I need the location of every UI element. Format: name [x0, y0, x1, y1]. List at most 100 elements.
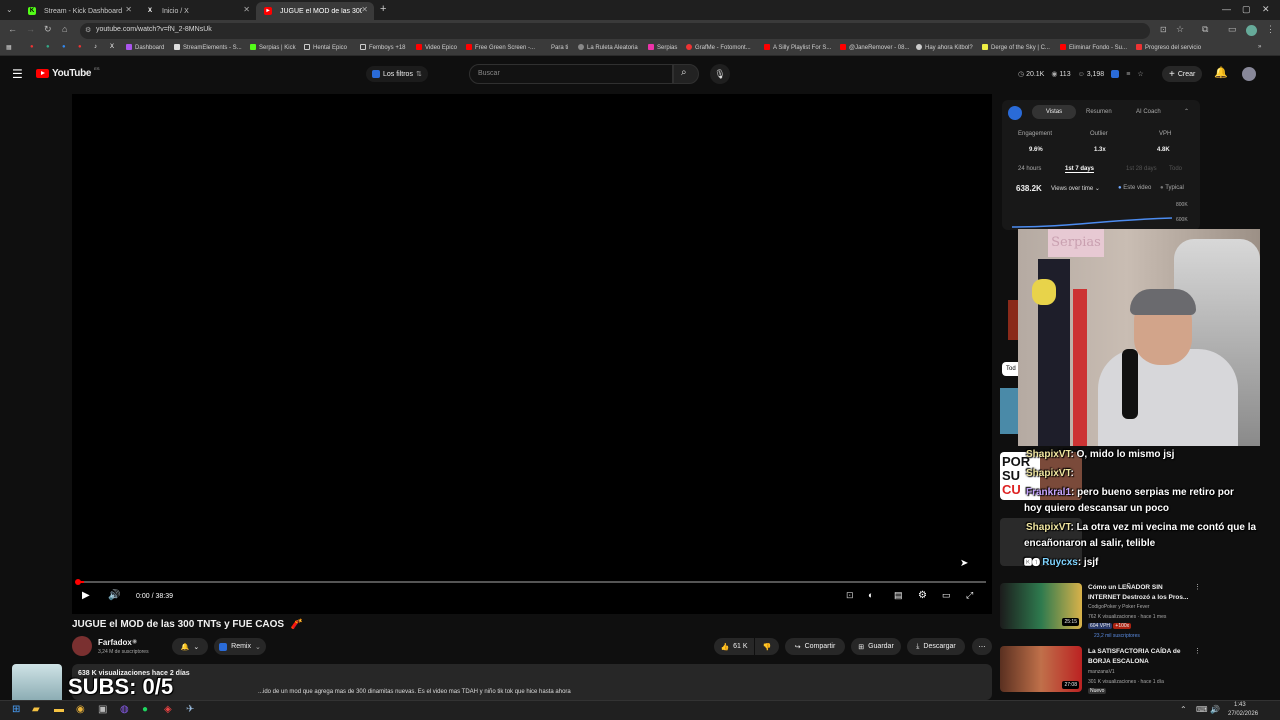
filters-button[interactable]: Los filtros ⇅ — [366, 66, 428, 82]
bookmark-folder[interactable]: Hentai Epico — [304, 44, 347, 51]
range-7d[interactable]: 1st 7 days — [1065, 166, 1095, 173]
recommended-channel[interactable]: manzanaV1 — [1088, 669, 1115, 675]
save-button[interactable]: ⊞ Guardar — [851, 638, 901, 655]
back-icon[interactable]: ← — [8, 24, 17, 34]
steam-icon[interactable]: ✈ — [186, 704, 194, 715]
recommended-channel[interactable]: CodigoPoker y Poker Fever — [1088, 604, 1149, 610]
progress-scrubber[interactable] — [75, 579, 81, 585]
bookmark-derge[interactable]: Derge of the Sky | C... — [982, 44, 1050, 51]
tab-kick[interactable]: K Stream - Kick Dashboard ✕ — [20, 2, 138, 20]
bookmark-janeremover[interactable]: @JaneRemover - 08... — [840, 44, 909, 51]
settings-gear-icon[interactable]: ⚙ — [918, 590, 927, 601]
bookmark-grafme[interactable]: GrafMe - Fotomont... — [686, 44, 751, 51]
volume-icon[interactable]: 🔊 — [108, 590, 120, 601]
panel-tab-vistas[interactable]: Vistas — [1032, 105, 1076, 119]
tab-x[interactable]: X Inicio / X ✕ — [138, 2, 256, 20]
network-icon[interactable]: ⌨ — [1196, 705, 1208, 714]
new-tab-icon[interactable]: + — [380, 3, 386, 15]
home-icon[interactable]: ⌂ — [62, 24, 67, 34]
bookmark-icon[interactable]: ● — [30, 44, 34, 50]
search-input[interactable]: Buscar — [469, 64, 673, 84]
collapse-icon[interactable]: ⌃ — [1184, 108, 1189, 115]
folder-icon[interactable]: ▬ — [54, 704, 64, 715]
badge-icon[interactable]: ☆ — [1137, 70, 1143, 78]
bookmark-icon[interactable]: ● — [78, 44, 82, 50]
bookmark-icon[interactable]: ● — [46, 44, 50, 50]
clock-time[interactable]: 1:43 — [1234, 702, 1246, 708]
fullscreen-icon[interactable]: ⤢ — [966, 590, 973, 601]
site-info-icon[interactable]: ⚙ — [85, 26, 91, 34]
channel-name[interactable]: Farfadox — [98, 638, 132, 647]
like-button[interactable]: 👍 61 K — [714, 638, 754, 655]
close-icon[interactable]: ✕ — [125, 5, 132, 14]
recommended-menu-icon[interactable]: ⋮ — [1194, 583, 1201, 591]
autoplay-toggle-icon[interactable]: ◐ — [868, 590, 873, 600]
close-icon[interactable]: ✕ — [361, 5, 368, 14]
recommended-thumb[interactable] — [1000, 388, 1020, 434]
theater-mode-icon[interactable]: ▭ — [942, 590, 951, 601]
ext-icon[interactable] — [1111, 70, 1120, 78]
clock-date[interactable]: 27/02/2026 — [1228, 711, 1258, 717]
bookmark-para-ti[interactable]: Para ti — [542, 44, 568, 51]
bookmark-eliminar-fondo[interactable]: Eliminar Fondo - Su... — [1060, 44, 1127, 51]
progress-bar[interactable] — [78, 581, 986, 583]
bookmark-icon[interactable]: ● — [62, 44, 66, 50]
mic-icon[interactable]: 🎙 — [710, 64, 730, 84]
recommended-title[interactable]: La SATISFACTORIA CAÍDA de BORJA ESCALONA — [1088, 647, 1192, 667]
minimize-icon[interactable]: — — [1222, 4, 1231, 14]
video-player[interactable] — [72, 94, 992, 614]
chrome-icon[interactable]: ◉ — [76, 704, 85, 715]
panel-tab-ai-coach[interactable]: AI Coach — [1136, 105, 1161, 119]
app-icon[interactable]: ◈ — [164, 704, 172, 715]
bookmark-folder[interactable]: Femboys +18 — [360, 44, 406, 51]
bookmark-green-screen[interactable]: Free Green Screen -... — [466, 44, 535, 51]
file-explorer-icon[interactable]: ▰ — [32, 704, 40, 715]
tab-search-icon[interactable]: ⌄ — [6, 5, 13, 14]
bookmark-dashboard[interactable]: Dashboard — [126, 44, 164, 51]
url-field[interactable]: ⚙ youtube.com/watch?v=fN_2-8MNsUk ⊡ ☆ — [80, 23, 1184, 39]
list-icon[interactable]: ≡ — [1126, 71, 1130, 78]
apps-icon[interactable]: ▦ — [6, 44, 12, 51]
subscribed-bell-button[interactable]: 🔔 ⌄ — [172, 638, 208, 655]
bookmark-ruleta[interactable]: La Ruleta Aleatoria — [578, 44, 638, 51]
install-icon[interactable]: ⊡ — [1160, 25, 1167, 34]
forward-icon[interactable]: → — [26, 24, 35, 34]
recommended-menu-icon[interactable]: ⋮ — [1194, 647, 1201, 655]
search-button[interactable]: ⌕ — [673, 64, 699, 84]
obs-icon[interactable]: ◍ — [120, 704, 129, 715]
tiktok-icon[interactable]: ♪ — [94, 44, 97, 50]
tray-chevron-icon[interactable]: ⌃ — [1180, 705, 1187, 714]
play-icon[interactable]: ▶ — [82, 590, 90, 601]
account-avatar[interactable] — [1242, 67, 1256, 81]
spotify-icon[interactable]: ● — [142, 704, 148, 715]
dislike-button[interactable]: 👎 — [755, 638, 779, 655]
description-box[interactable]: 638 K visualizaciones hace 2 días ...ido… — [72, 664, 992, 700]
app-icon[interactable]: ▣ — [98, 704, 107, 715]
range-all[interactable]: Todo — [1169, 166, 1182, 172]
hamburger-menu-icon[interactable]: ☰ — [12, 67, 23, 81]
windows-start-icon[interactable]: ⊞ — [12, 704, 20, 715]
window-close-icon[interactable]: ✕ — [1262, 4, 1270, 15]
bookmark-star-icon[interactable]: ☆ — [1176, 24, 1184, 35]
volume-tray-icon[interactable]: 🔊 — [1210, 705, 1220, 714]
range-24h[interactable]: 24 hours — [1018, 166, 1041, 172]
x-icon[interactable]: X — [110, 44, 114, 50]
extensions-icon[interactable]: ⧉ — [1202, 24, 1208, 35]
recommended-thumb[interactable]: 27:08 — [1000, 646, 1082, 692]
bookmark-video-epico[interactable]: Video Epico — [416, 44, 457, 51]
more-actions-button[interactable]: ⋯ — [972, 638, 992, 655]
recommended-title[interactable]: Cómo un LEÑADOR SIN INTERNET Destrozó a … — [1088, 583, 1192, 603]
recommended-thumb[interactable]: 25:15 — [1000, 583, 1082, 629]
subtitles-icon[interactable]: ▤ — [894, 590, 903, 601]
create-button[interactable]: + Crear — [1162, 66, 1203, 82]
share-button[interactable]: ↪ Compartir — [785, 638, 845, 655]
panel-tab-resumen[interactable]: Resumen — [1086, 105, 1112, 119]
tab-youtube[interactable]: ▸ JUGUE el MOD de las 300 TNT... ✕ — [256, 2, 374, 20]
maximize-icon[interactable]: ▢ — [1242, 4, 1251, 15]
remix-button[interactable]: Remix ⌄ — [214, 638, 266, 655]
range-28d[interactable]: 1st 28 days — [1126, 166, 1157, 172]
profile-avatar[interactable] — [1246, 25, 1257, 36]
bookmark-streamelements[interactable]: StreamElements - S... — [174, 44, 242, 51]
sidebar-icon[interactable]: ▭ — [1228, 24, 1237, 35]
ext-player-icon[interactable]: ⊡ — [846, 590, 854, 601]
